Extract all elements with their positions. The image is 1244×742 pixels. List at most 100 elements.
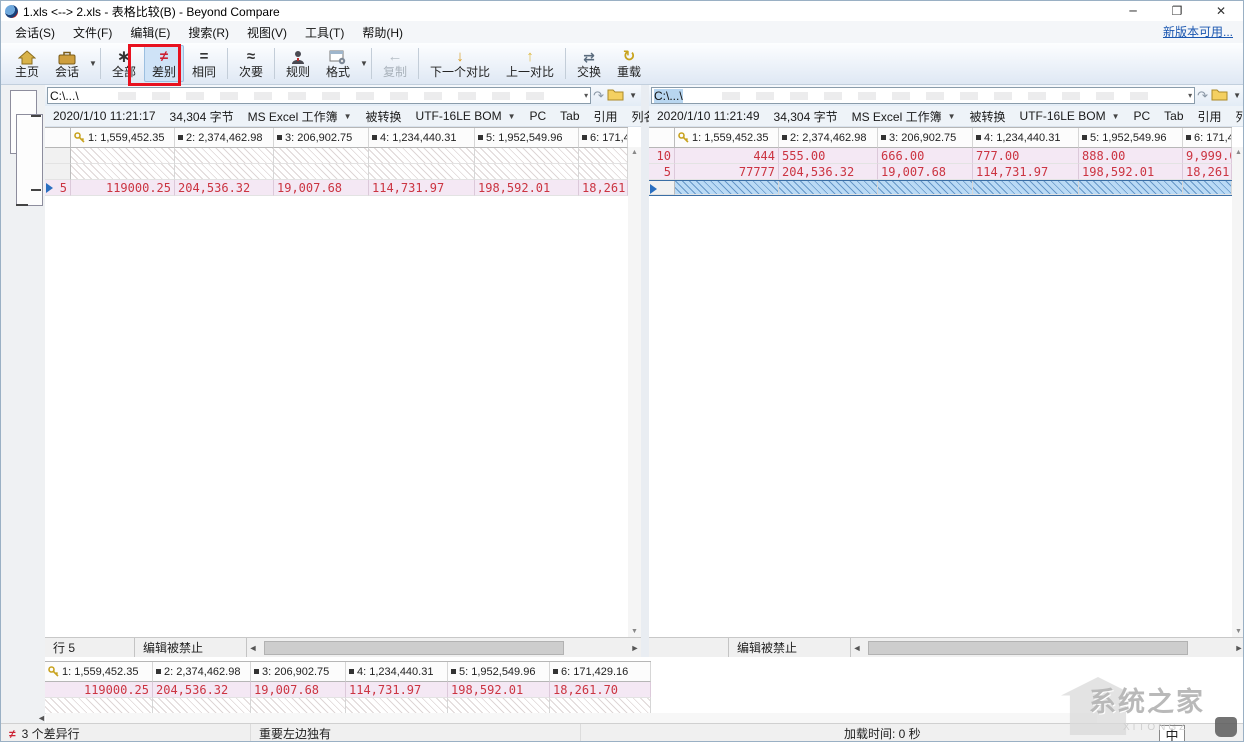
previous-difference-button[interactable]: ↑ 上一对比 [498, 45, 562, 82]
column-header[interactable]: 2: 2,374,462.98 [779, 128, 878, 148]
column-header[interactable]: 1: 1,559,452.35 [45, 662, 153, 682]
left-path-combo[interactable]: C:\...\ ▾ [47, 87, 591, 104]
swap-sides-button[interactable]: ⇄ 交换 [569, 45, 609, 82]
menu-help[interactable]: 帮助(H) [354, 22, 411, 43]
column-type-icon [1186, 135, 1191, 140]
column-header[interactable]: 1: 1,559,452.35 [675, 128, 779, 148]
shortcut-icon[interactable]: ↷ [593, 88, 604, 104]
right-delimiter[interactable]: Tab [1164, 109, 1183, 123]
format-dropdown-icon[interactable]: ▼ [344, 112, 352, 121]
left-gap-row[interactable] [45, 164, 628, 180]
browse-folder-icon[interactable] [1211, 88, 1228, 104]
reload-button[interactable]: ↻ 重载 [609, 45, 649, 82]
minimize-button[interactable]: ─ [1111, 1, 1155, 21]
close-button[interactable]: ✕ [1199, 1, 1243, 21]
right-format-select[interactable]: MS Excel 工作簿 [852, 108, 942, 125]
left-quoting[interactable]: 引用 [594, 108, 618, 125]
combo-dropdown-icon[interactable]: ▾ [1188, 91, 1192, 100]
home-button[interactable]: 主页 [7, 45, 47, 82]
column-header[interactable]: 3: 206,902.75 [274, 128, 369, 148]
column-header[interactable]: 6: 171,4 [1183, 128, 1232, 148]
right-path-combo[interactable]: C:\...\ ▾ [651, 87, 1195, 104]
left-vertical-scrollbar[interactable]: ▲▼ [628, 147, 641, 637]
right-row-5[interactable]: 5 77777 204,536.32 19,007.68 114,731.97 … [649, 164, 1232, 180]
left-conversion: 被转换 [366, 108, 402, 125]
combo-dropdown-icon[interactable]: ▾ [584, 91, 588, 100]
session-dropdown-icon[interactable]: ▼ [89, 59, 97, 68]
right-vertical-scrollbar[interactable]: ▲▼ [1232, 147, 1244, 637]
rules-button[interactable]: 规则 [278, 45, 318, 82]
left-row-5[interactable]: 5 119000.25 204,536.32 19,007.68 114,731… [45, 180, 628, 196]
menu-search[interactable]: 搜索(R) [180, 22, 237, 43]
column-header[interactable]: 5: 1,952,549.96 [448, 662, 550, 682]
pane-divider[interactable] [641, 85, 649, 657]
scrollbar-thumb[interactable] [264, 641, 564, 655]
right-encoding-select[interactable]: UTF-16LE BOM [1020, 109, 1106, 123]
restore-button[interactable]: ❐ [1155, 1, 1199, 21]
left-horizontal-scrollbar[interactable]: ◄ ► [247, 638, 641, 657]
new-version-link[interactable]: 新版本可用... [1163, 23, 1233, 40]
session-button[interactable]: 会话 [47, 45, 87, 82]
column-header[interactable]: 2: 2,374,462.98 [153, 662, 251, 682]
show-differences-button[interactable]: ≠ 差别 [144, 45, 184, 82]
diff-cell: 19,007.68 [878, 164, 973, 180]
right-col-names[interactable]: 列名称 [1236, 108, 1244, 125]
menu-view[interactable]: 视图(V) [239, 22, 295, 43]
left-delimiter[interactable]: Tab [560, 109, 579, 123]
column-header[interactable]: 5: 1,952,549.96 [1079, 128, 1183, 148]
reload-icon: ↻ [623, 47, 636, 65]
column-header[interactable]: 5: 1,952,549.96 [475, 128, 579, 148]
diff-cell: 666.00 [878, 148, 973, 164]
show-same-button[interactable]: = 相同 [184, 45, 224, 82]
right-line-ending[interactable]: PC [1133, 109, 1150, 123]
scrollbar-thumb[interactable] [868, 641, 1188, 655]
right-selected-gap-row[interactable] [649, 180, 1232, 196]
detail-row[interactable]: 119000.25 204,536.32 19,007.68 114,731.9… [45, 682, 651, 698]
column-header[interactable]: 4: 1,234,440.31 [973, 128, 1079, 148]
shortcut-icon[interactable]: ↷ [1197, 88, 1208, 104]
alignment-overview-strip[interactable] [1, 85, 45, 723]
column-header[interactable]: 6: 171,4 [579, 128, 628, 148]
right-horizontal-scrollbar[interactable]: ◄ ► [851, 638, 1244, 657]
scroll-left-icon: ◄ [851, 643, 863, 653]
encoding-dropdown-icon[interactable]: ▼ [508, 112, 516, 121]
format-dropdown-icon[interactable]: ▼ [360, 59, 368, 68]
column-header[interactable]: 3: 206,902.75 [251, 662, 346, 682]
swap-icon: ⇄ [583, 47, 595, 65]
browse-dropdown-icon[interactable]: ▼ [1233, 91, 1241, 100]
browse-folder-icon[interactable] [607, 88, 624, 104]
menu-tools[interactable]: 工具(T) [297, 22, 352, 43]
right-file-size: 34,304 字节 [774, 108, 838, 125]
diff-cell: 555.00 [779, 148, 878, 164]
column-header[interactable]: 3: 206,902.75 [878, 128, 973, 148]
ime-indicator[interactable]: 中 [1159, 725, 1185, 742]
format-button[interactable]: 格式 [318, 45, 358, 82]
menu-file[interactable]: 文件(F) [65, 22, 120, 43]
browse-dropdown-icon[interactable]: ▼ [629, 91, 637, 100]
diff-cell: 119000.25 [71, 180, 175, 196]
format-dropdown-icon[interactable]: ▼ [948, 112, 956, 121]
left-line-ending[interactable]: PC [529, 109, 546, 123]
column-type-icon [553, 669, 558, 674]
menu-session[interactable]: 会话(S) [7, 22, 63, 43]
next-difference-button[interactable]: ↓ 下一个对比 [422, 45, 498, 82]
show-all-button[interactable]: ∗ 全部 [104, 45, 144, 82]
left-encoding-select[interactable]: UTF-16LE BOM [416, 109, 502, 123]
title-bar[interactable]: 1.xls <--> 2.xls - 表格比较(B) - Beyond Comp… [1, 1, 1243, 21]
left-gap-row[interactable] [45, 148, 628, 164]
right-quoting[interactable]: 引用 [1198, 108, 1222, 125]
right-row-10[interactable]: 10 444 555.00 666.00 777.00 888.00 9,999… [649, 148, 1232, 164]
scroll-left-icon: ◄ [37, 713, 46, 723]
column-header[interactable]: 4: 1,234,440.31 [369, 128, 475, 148]
left-format-select[interactable]: MS Excel 工作簿 [248, 108, 338, 125]
column-header[interactable]: 2: 2,374,462.98 [175, 128, 274, 148]
column-header[interactable]: 1: 1,559,452.35 [71, 128, 175, 148]
menu-edit[interactable]: 编辑(E) [122, 22, 178, 43]
column-header[interactable]: 6: 171,429.16 [550, 662, 651, 682]
diff-cell: 18,261.7 [579, 180, 628, 196]
encoding-dropdown-icon[interactable]: ▼ [1112, 112, 1120, 121]
copy-button[interactable]: ← 复制 [375, 45, 415, 82]
show-minor-button[interactable]: ≈ 次要 [231, 45, 271, 82]
left-grid-header: 1: 1,559,452.35 2: 2,374,462.98 3: 206,9… [45, 128, 628, 148]
column-header[interactable]: 4: 1,234,440.31 [346, 662, 448, 682]
